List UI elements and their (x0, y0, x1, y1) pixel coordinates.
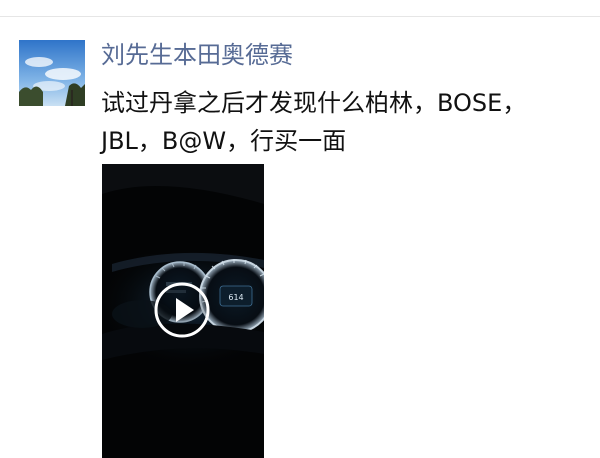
dashboard-reading: 614 (228, 293, 243, 302)
video-thumbnail[interactable]: 614 (102, 164, 264, 458)
post-text: 试过丹拿之后才发现什么柏林，BOSE，JBL，B@W，行买一面 (101, 89, 527, 155)
top-divider (0, 16, 600, 17)
avatar-sky-image (19, 40, 85, 106)
play-icon (154, 282, 210, 338)
moments-feed: 刘先生本田奥德赛 试过丹拿之后才发现什么柏林，BOSE，JBL，B@W，行买一面 (0, 0, 600, 458)
author-name[interactable]: 刘先生本田奥德赛 (101, 40, 293, 70)
avatar[interactable] (19, 40, 85, 106)
play-button[interactable] (152, 280, 212, 340)
